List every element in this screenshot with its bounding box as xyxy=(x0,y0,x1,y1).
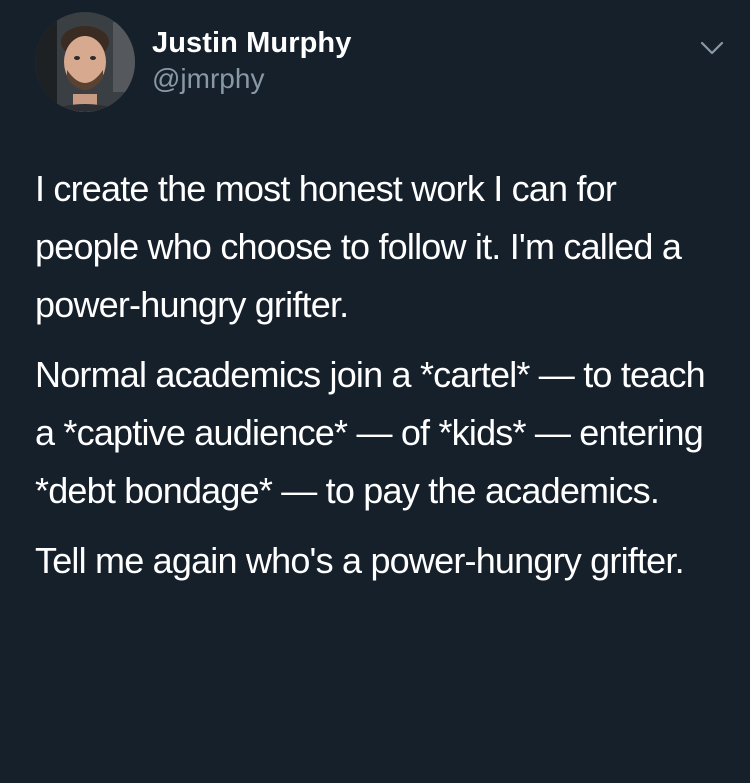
tweet-text: I create the most honest work I can for … xyxy=(35,160,725,602)
tweet-card: Justin Murphy @jmrphy I create the most … xyxy=(0,0,750,783)
avatar[interactable] xyxy=(35,12,135,112)
author-names: Justin Murphy @jmrphy xyxy=(152,26,351,96)
author-display-name[interactable]: Justin Murphy xyxy=(152,26,351,60)
tweet-paragraph: I create the most honest work I can for … xyxy=(35,168,682,325)
tweet-paragraph: Tell me again who's a power-hungry grift… xyxy=(35,540,685,581)
chevron-down-icon[interactable] xyxy=(698,34,726,62)
avatar-image xyxy=(35,12,135,112)
tweet-header: Justin Murphy @jmrphy xyxy=(35,12,728,112)
author-handle[interactable]: @jmrphy xyxy=(152,62,351,96)
tweet-paragraph: Normal academics join a *cartel* — to te… xyxy=(35,354,706,511)
